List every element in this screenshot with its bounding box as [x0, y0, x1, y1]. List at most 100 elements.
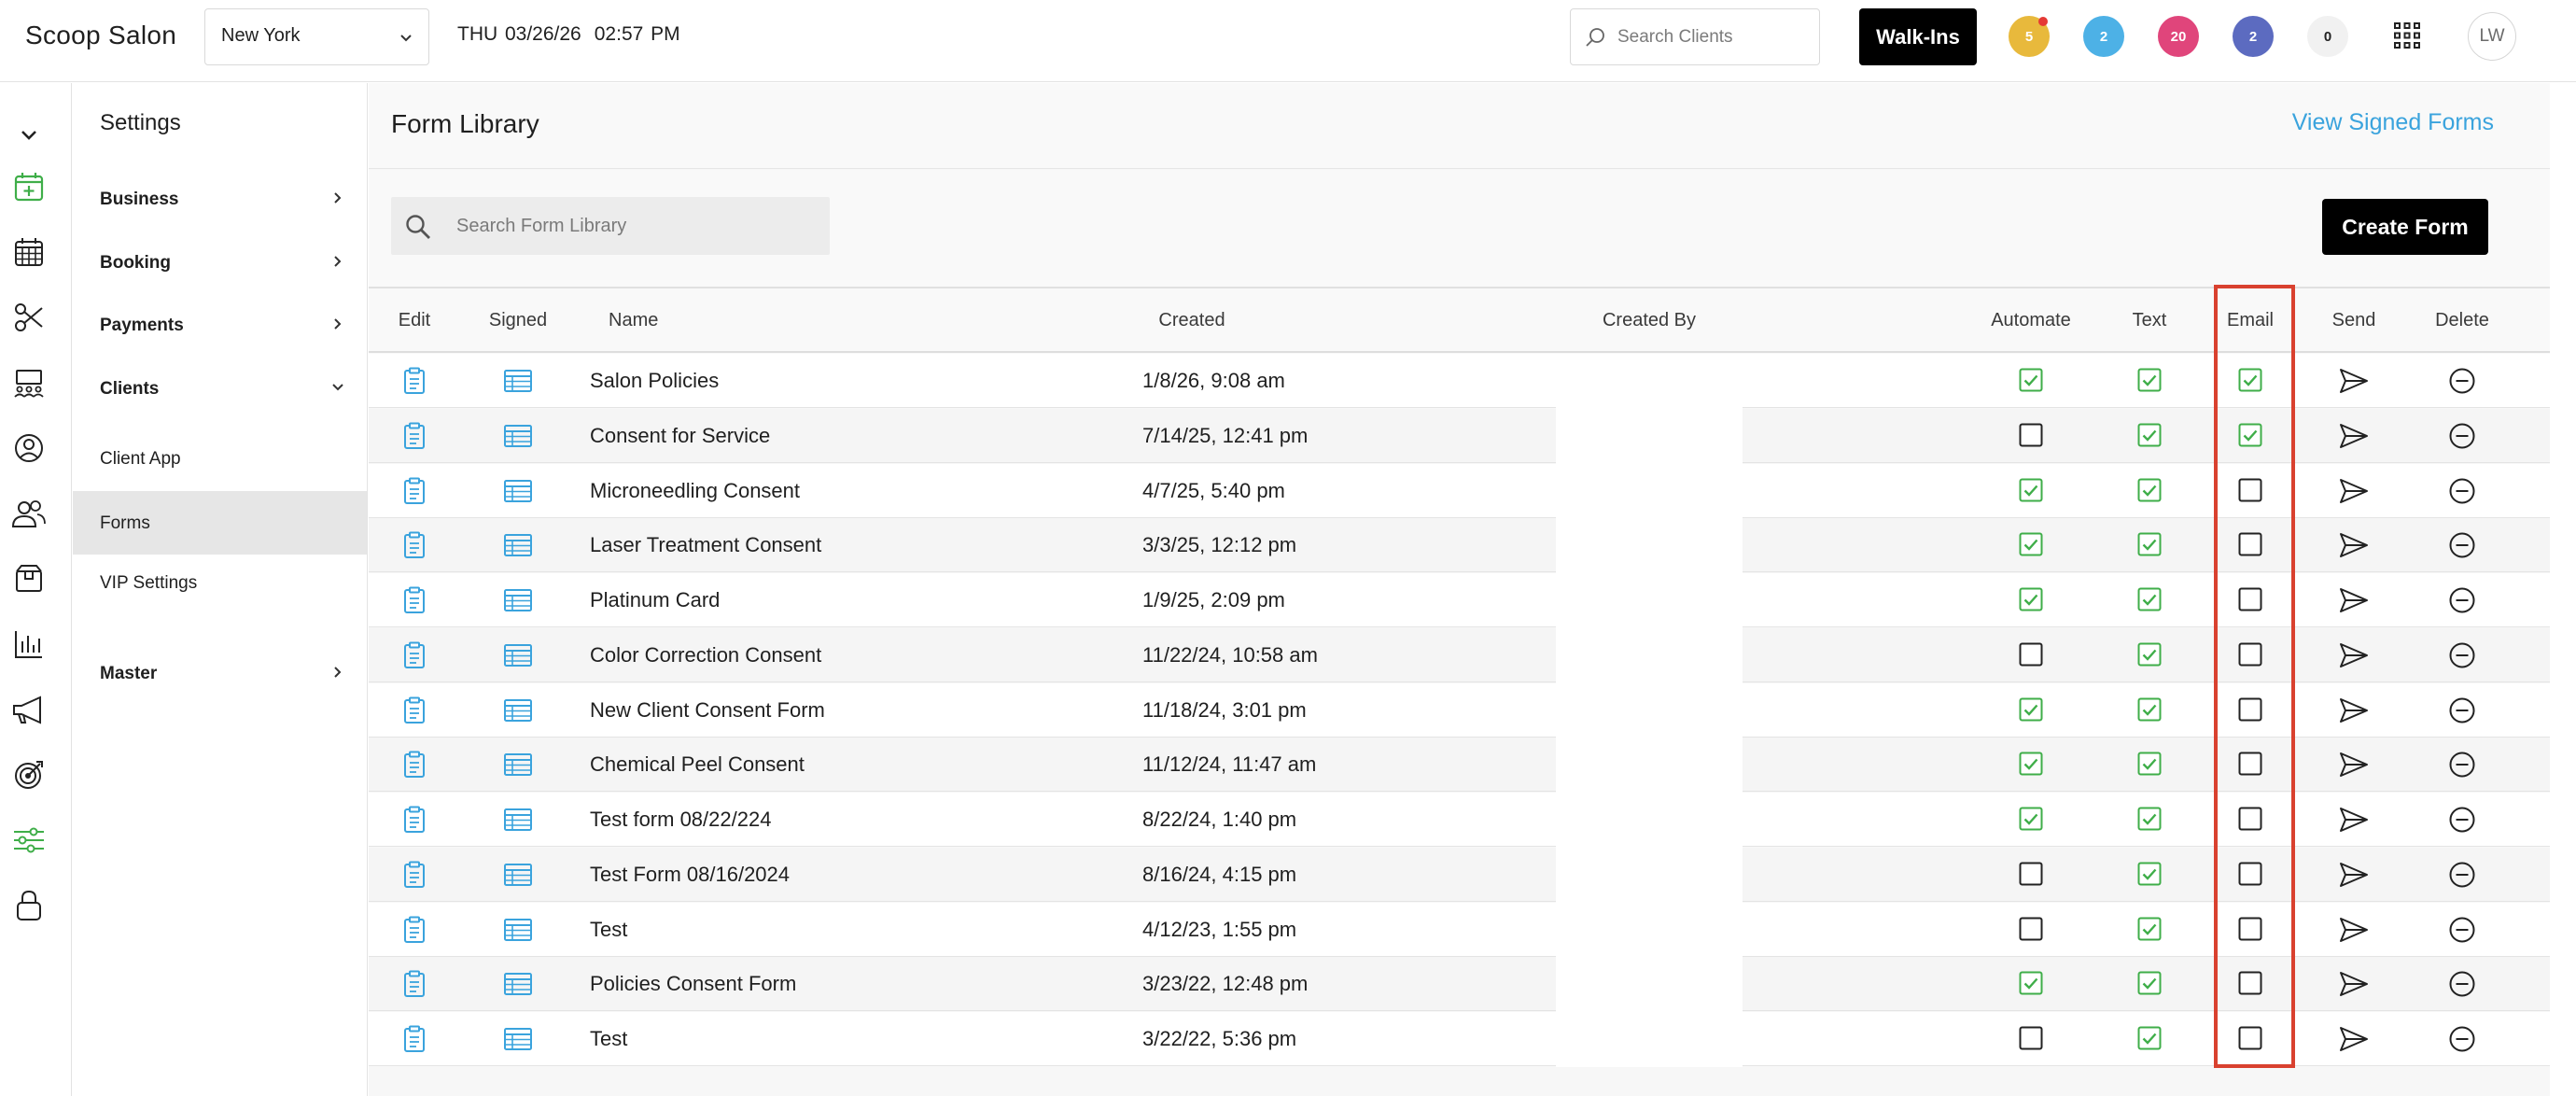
megaphone-icon[interactable]: [11, 692, 47, 727]
text-checkbox[interactable]: [2137, 478, 2162, 502]
send-form-button[interactable]: [2337, 1022, 2371, 1056]
text-checkbox[interactable]: [2137, 971, 2162, 995]
search-clients-box[interactable]: [1570, 8, 1820, 65]
edit-form-button[interactable]: [398, 913, 431, 947]
form-name[interactable]: Salon Policies: [590, 369, 719, 393]
people-icon[interactable]: [11, 496, 47, 531]
automate-checkbox[interactable]: [2019, 807, 2043, 831]
user-avatar[interactable]: LW: [2468, 12, 2516, 61]
edit-form-button[interactable]: [398, 694, 431, 727]
search-form-library-box[interactable]: [391, 197, 830, 255]
form-name[interactable]: Policies Consent Form: [590, 972, 796, 996]
send-form-button[interactable]: [2337, 694, 2371, 727]
signed-forms-button[interactable]: [501, 474, 535, 508]
delete-form-button[interactable]: [2445, 967, 2479, 1001]
form-name[interactable]: Platinum Card: [590, 588, 720, 612]
notification-badge[interactable]: 2: [2233, 16, 2274, 57]
signed-forms-button[interactable]: [501, 858, 535, 892]
location-select[interactable]: New York: [204, 8, 429, 65]
target-icon[interactable]: [11, 757, 47, 793]
send-form-button[interactable]: [2337, 913, 2371, 947]
edit-form-button[interactable]: [398, 364, 431, 398]
delete-form-button[interactable]: [2445, 694, 2479, 727]
search-form-library-input[interactable]: [456, 210, 811, 242]
text-checkbox[interactable]: [2137, 532, 2162, 556]
send-form-button[interactable]: [2337, 474, 2371, 508]
delete-form-button[interactable]: [2445, 583, 2479, 617]
automate-checkbox[interactable]: [2019, 917, 2043, 941]
meeting-room-icon[interactable]: [11, 365, 47, 400]
search-clients-input[interactable]: [1617, 22, 1809, 52]
delete-form-button[interactable]: [2445, 639, 2479, 672]
settings-item-clients[interactable]: Clients: [73, 357, 367, 420]
column-header-signed[interactable]: Signed: [489, 310, 547, 331]
column-header-created-by[interactable]: Created By: [1603, 310, 1696, 331]
signed-forms-button[interactable]: [501, 639, 535, 672]
automate-checkbox[interactable]: [2019, 752, 2043, 776]
text-checkbox[interactable]: [2137, 862, 2162, 886]
send-form-button[interactable]: [2337, 858, 2371, 892]
column-header-created[interactable]: Created: [1158, 310, 1225, 331]
calendar-grid-icon[interactable]: [11, 234, 47, 270]
text-checkbox[interactable]: [2137, 1026, 2162, 1050]
sliders-icon[interactable]: [11, 822, 47, 858]
column-header-send[interactable]: Send: [2332, 310, 2376, 331]
email-checkbox[interactable]: [2238, 368, 2262, 392]
settings-item-business[interactable]: Business: [73, 167, 367, 231]
column-header-text[interactable]: Text: [2133, 310, 2167, 331]
email-checkbox[interactable]: [2238, 1026, 2262, 1050]
text-checkbox[interactable]: [2137, 752, 2162, 776]
email-checkbox[interactable]: [2238, 971, 2262, 995]
email-checkbox[interactable]: [2238, 642, 2262, 667]
delete-form-button[interactable]: [2445, 528, 2479, 562]
form-name[interactable]: Laser Treatment Consent: [590, 533, 821, 557]
signed-forms-button[interactable]: [501, 803, 535, 836]
collapse-chevron-icon[interactable]: [11, 117, 47, 152]
send-form-button[interactable]: [2337, 364, 2371, 398]
edit-form-button[interactable]: [398, 528, 431, 562]
delete-form-button[interactable]: [2445, 1022, 2479, 1056]
signed-forms-button[interactable]: [501, 364, 535, 398]
scissors-icon[interactable]: [11, 300, 47, 335]
email-checkbox[interactable]: [2238, 807, 2262, 831]
notification-badge[interactable]: 2: [2083, 16, 2124, 57]
form-name[interactable]: Consent for Service: [590, 424, 770, 448]
signed-forms-button[interactable]: [501, 694, 535, 727]
column-header-email[interactable]: Email: [2227, 310, 2274, 331]
text-checkbox[interactable]: [2137, 587, 2162, 611]
text-checkbox[interactable]: [2137, 807, 2162, 831]
email-checkbox[interactable]: [2238, 752, 2262, 776]
walk-ins-button[interactable]: Walk-Ins: [1859, 8, 1977, 65]
form-name[interactable]: Test Form 08/16/2024: [590, 863, 790, 887]
automate-checkbox[interactable]: [2019, 368, 2043, 392]
delete-form-button[interactable]: [2445, 913, 2479, 947]
automate-checkbox[interactable]: [2019, 697, 2043, 722]
edit-form-button[interactable]: [398, 419, 431, 453]
email-checkbox[interactable]: [2238, 697, 2262, 722]
edit-form-button[interactable]: [398, 639, 431, 672]
automate-checkbox[interactable]: [2019, 423, 2043, 447]
email-checkbox[interactable]: [2238, 478, 2262, 502]
form-name[interactable]: Test: [590, 918, 627, 942]
edit-form-button[interactable]: [398, 748, 431, 781]
automate-checkbox[interactable]: [2019, 532, 2043, 556]
edit-form-button[interactable]: [398, 803, 431, 836]
signed-forms-button[interactable]: [501, 528, 535, 562]
view-signed-forms-link[interactable]: View Signed Forms: [2292, 109, 2494, 136]
apps-grid-icon[interactable]: [2392, 21, 2422, 50]
automate-checkbox[interactable]: [2019, 587, 2043, 611]
text-checkbox[interactable]: [2137, 423, 2162, 447]
email-checkbox[interactable]: [2238, 532, 2262, 556]
delete-form-button[interactable]: [2445, 858, 2479, 892]
send-form-button[interactable]: [2337, 419, 2371, 453]
text-checkbox[interactable]: [2137, 917, 2162, 941]
calendar-add-icon[interactable]: [11, 169, 47, 204]
settings-item-payments[interactable]: Payments: [73, 293, 367, 357]
form-name[interactable]: Test form 08/22/224: [590, 808, 771, 832]
settings-item-client-app[interactable]: Client App: [73, 427, 367, 490]
edit-form-button[interactable]: [398, 583, 431, 617]
edit-form-button[interactable]: [398, 858, 431, 892]
form-name[interactable]: Test: [590, 1027, 627, 1051]
delete-form-button[interactable]: [2445, 474, 2479, 508]
notification-badge[interactable]: 0: [2307, 16, 2348, 57]
